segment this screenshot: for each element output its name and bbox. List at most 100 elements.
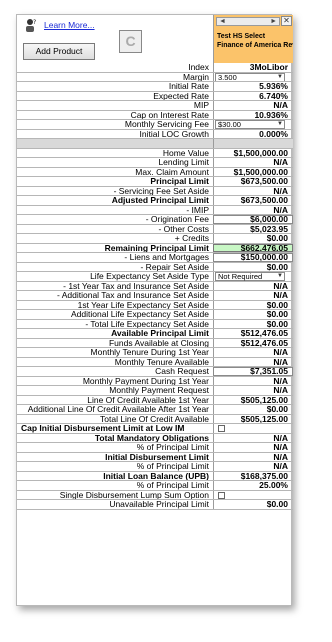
table-row: Initial Rate 5.936%	[17, 82, 293, 92]
row-label: 1st Year Life Expectancy Set Aside	[77, 300, 209, 309]
row-label: - Additional Tax and Insurance Set Aside	[57, 291, 209, 300]
row-value: $512,476.05	[213, 329, 293, 338]
table-row: Unavailable Principal Limit $0.00	[17, 500, 293, 510]
row-value: N/A	[213, 158, 293, 167]
nav-right-arrow-icon[interactable]: ►	[270, 18, 277, 25]
row-label: Home Value	[162, 148, 209, 157]
row-label: % of Principal Limit	[136, 481, 209, 490]
row-label: Monthly Tenure Available	[114, 357, 209, 366]
product-name: Test HS Select Finance of America Revers	[217, 32, 293, 50]
row-checkbox-cell	[213, 424, 293, 433]
row-value: $0.00	[213, 500, 293, 509]
loan-detail-rows: Index 3MoLibor Margin 3.500 ▼ Initial Rate 5.9…	[17, 63, 293, 510]
row-label: Total Line Of Credit Available	[100, 414, 209, 423]
row-label: Available Principal Limit	[111, 329, 209, 338]
table-row: % of Principal Limit N/A	[17, 443, 293, 453]
nav-left-arrow-icon[interactable]: ◄	[219, 18, 226, 25]
table-row: Monthly Payment During 1st Year N/A	[17, 376, 293, 386]
row-label: Index	[188, 63, 209, 72]
row-label: Margin	[183, 72, 209, 81]
row-checkbox-cell	[213, 490, 293, 499]
chevron-down-icon[interactable]: ▼	[277, 74, 283, 81]
row-dropdown[interactable]: Not Required ▼	[213, 272, 293, 281]
row-value	[213, 139, 293, 148]
row-value: $0.00	[213, 234, 293, 243]
row-value: $662,476.05	[213, 243, 293, 252]
help-person-icon[interactable]: ?	[23, 18, 37, 34]
row-label: Cash Request	[155, 367, 209, 376]
row-value: N/A	[213, 357, 293, 366]
row-input[interactable]: $150,000.00	[213, 253, 293, 262]
table-row: Single Disbursement Lump Sum Option	[17, 490, 293, 500]
row-label: - Origination Fee	[145, 215, 209, 224]
row-value: N/A	[213, 443, 293, 452]
row-value: N/A	[213, 281, 293, 290]
table-row: - Other Costs $5,023.95	[17, 224, 293, 234]
table-row: Cap on Interest Rate 10.936%	[17, 110, 293, 120]
row-label: Lending Limit	[158, 158, 209, 167]
row-label: - IMIP	[186, 205, 209, 214]
row-label: - Servicing Fee Set Aside	[113, 186, 209, 195]
table-row: - 1st Year Tax and Insurance Set Aside N/…	[17, 281, 293, 291]
chevron-down-icon[interactable]: ▼	[277, 121, 283, 128]
product-name-line1: Test HS Select	[217, 33, 266, 40]
row-value: N/A	[213, 205, 293, 214]
row-value: N/A	[213, 386, 293, 395]
table-row: 1st Year Life Expectancy Set Aside $0.00	[17, 300, 293, 310]
row-label: Unavailable Principal Limit	[109, 500, 209, 509]
row-label: Additional Life Expectancy Set Aside	[71, 310, 209, 319]
row-value: 6.740%	[213, 91, 293, 100]
add-product-button[interactable]: Add Product	[23, 43, 95, 60]
row-value: $168,375.00	[213, 471, 293, 480]
dropdown-select[interactable]: Not Required ▼	[215, 272, 285, 281]
row-label: Initial Loan Balance (UPB)	[103, 471, 209, 480]
table-row: % of Principal Limit 25.00%	[17, 481, 293, 491]
row-label: Monthly Servicing Fee	[124, 120, 209, 129]
table-row: - Liens and Mortgages $150,000.00	[17, 253, 293, 263]
table-row: Cash Request $7,351.05	[17, 367, 293, 377]
close-product-icon[interactable]: ✕	[281, 16, 292, 26]
row-label: Max. Claim Amount	[135, 167, 209, 176]
row-label: Initial Rate	[168, 82, 209, 91]
table-row: Lending Limit N/A	[17, 158, 293, 168]
row-value: 0.000%	[213, 129, 293, 138]
row-value: $512,476.05	[213, 338, 293, 347]
row-input[interactable]: $6,000.00	[213, 215, 293, 224]
checkbox[interactable]	[218, 425, 225, 432]
row-input[interactable]: $7,351.05	[213, 367, 293, 376]
row-label: Single Disbursement Lump Sum Option	[59, 490, 209, 499]
c-button[interactable]: C	[119, 30, 142, 53]
row-label: Funds Available at Closing	[108, 338, 209, 347]
table-row: - Additional Tax and Insurance Set Aside…	[17, 291, 293, 301]
table-row: Adjusted Principal Limit $673,500.00	[17, 196, 293, 206]
row-value: $505,125.00	[213, 395, 293, 404]
row-value: $1,500,000.00	[213, 148, 293, 157]
row-label: % of Principal Limit	[136, 462, 209, 471]
learn-more-link[interactable]: Learn More...	[44, 20, 95, 30]
row-dropdown[interactable]: $30.00 ▼	[213, 120, 293, 129]
product-nav-bar[interactable]: ◄ ►	[216, 17, 280, 26]
row-value: $673,500.00	[213, 177, 293, 186]
dropdown-select[interactable]: $30.00 ▼	[215, 120, 285, 129]
row-label	[17, 139, 213, 148]
row-label: Initial LOC Growth	[139, 129, 209, 138]
dropdown-select[interactable]: 3.500 ▼	[215, 72, 285, 81]
row-value: $673,500.00	[213, 196, 293, 205]
row-value: N/A	[213, 291, 293, 300]
row-dropdown[interactable]: 3.500 ▼	[213, 72, 293, 81]
table-row: Funds Available at Closing $512,476.05	[17, 338, 293, 348]
table-row: Total Mandatory Obligations N/A	[17, 433, 293, 443]
table-row: Monthly Servicing Fee $30.00 ▼	[17, 120, 293, 130]
row-value: $0.00	[213, 310, 293, 319]
table-row: Monthly Tenure During 1st Year N/A	[17, 348, 293, 358]
table-row: Initial LOC Growth 0.000%	[17, 129, 293, 139]
product-column-header: ◄ ► ✕ Test HS Select Finance of America …	[213, 15, 293, 63]
row-value: 5.936%	[213, 82, 293, 91]
row-label: Monthly Payment During 1st Year	[82, 376, 209, 385]
row-value: $1,500,000.00	[213, 167, 293, 176]
row-value: N/A	[213, 462, 293, 471]
checkbox[interactable]	[218, 491, 225, 499]
chevron-down-icon[interactable]: ▼	[277, 273, 283, 280]
table-row: - IMIP N/A	[17, 205, 293, 215]
row-label: - Total Life Expectancy Set Aside	[85, 319, 209, 328]
